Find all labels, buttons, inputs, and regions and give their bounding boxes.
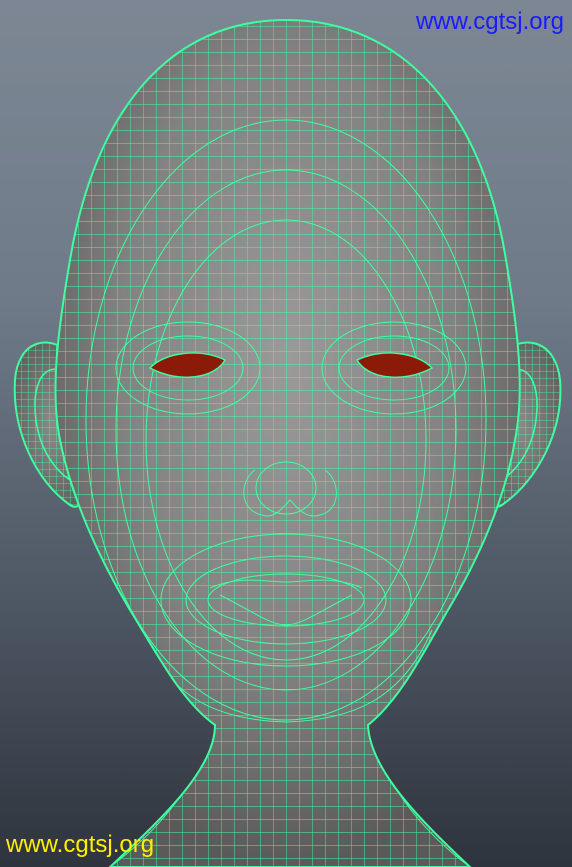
head-mesh [54, 19, 521, 867]
3d-viewport[interactable]: www.cgtsj.org www.cgtsj.org [0, 0, 572, 867]
watermark-top: www.cgtsj.org [415, 8, 564, 35]
watermark-bottom: www.cgtsj.org [6, 831, 155, 858]
head-wireframe-model [13, 19, 562, 867]
